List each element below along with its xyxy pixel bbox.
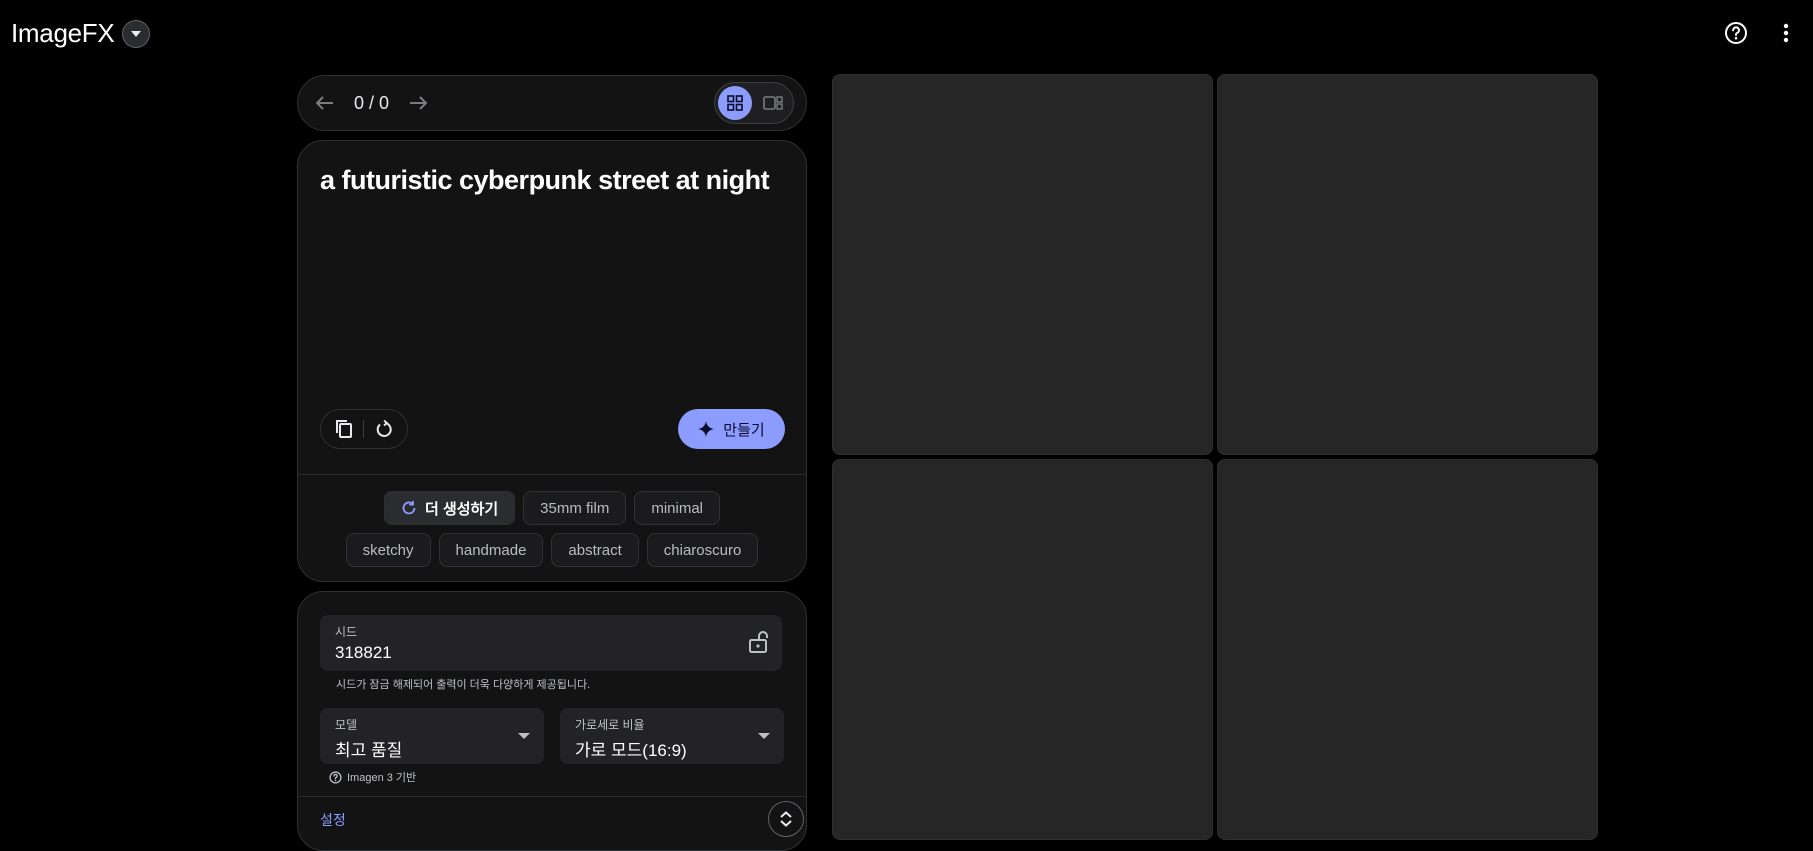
model-select[interactable]: 모델 최고 품질 [320, 708, 544, 764]
generate-more-label: 더 생성하기 [424, 500, 499, 518]
top-actions [1723, 20, 1799, 46]
divider [298, 474, 806, 475]
model-note: Imagen 3 기반 [329, 769, 416, 785]
model-note-text: Imagen 3 기반 [347, 772, 417, 784]
refresh-icon [402, 500, 416, 515]
model-value: 최고 품질 [335, 741, 403, 760]
app-title: ImageFX [11, 18, 115, 48]
suggestion-chip[interactable]: 35mm film [523, 491, 627, 525]
prompt-tools [320, 409, 408, 449]
prompt-input[interactable]: a futuristic cyberpunk street at night [320, 165, 786, 196]
image-placeholder [1217, 459, 1598, 840]
aspect-ratio-label: 가로세로 비율 [575, 718, 645, 732]
single-view-button[interactable] [756, 86, 790, 120]
create-button-label: 만들기 [723, 421, 765, 439]
divider [298, 796, 806, 797]
history-nav-bar: 0 / 0 [297, 75, 807, 131]
app-brand: ImageFX [11, 18, 151, 49]
aspect-ratio-select[interactable]: 가로세로 비율 가로 모드(16:9) [560, 708, 784, 764]
seed-note: 시드가 잠금 해제되어 출력이 더욱 다양하게 제공됩니다. [336, 679, 591, 691]
image-placeholder [832, 459, 1213, 840]
settings-card: 시드 318821 시드가 잠금 해제되어 출력이 더욱 다양하게 제공됩니다.… [297, 591, 807, 851]
grid-view-button[interactable] [718, 86, 752, 120]
seed-label: 시드 [335, 625, 358, 639]
suggestion-chip[interactable]: minimal [634, 491, 721, 525]
carousel-view-icon [763, 96, 783, 110]
image-placeholder [1217, 74, 1598, 455]
suggestion-chip[interactable]: chiaroscuro [646, 533, 759, 567]
grid-icon [727, 95, 743, 111]
expand-collapse-icon [780, 811, 792, 827]
seed-value[interactable]: 318821 [335, 643, 767, 663]
suggestion-chip[interactable]: sketchy [345, 533, 431, 567]
create-button[interactable]: 만들기 [678, 409, 785, 449]
suggestion-chips: 더 생성하기 35mm film minimal sketchy handmad… [298, 491, 806, 567]
prompt-card: a futuristic cyberpunk street at night 만… [297, 140, 807, 582]
dropdown-arrow-icon [518, 733, 530, 739]
dropdown-arrow-icon [758, 733, 770, 739]
seed-field[interactable]: 시드 318821 [320, 615, 782, 671]
generate-more-chip[interactable]: 더 생성하기 [383, 491, 516, 525]
copy-icon[interactable] [330, 415, 358, 443]
help-circle-icon[interactable] [329, 770, 342, 784]
unlock-icon[interactable] [746, 630, 770, 654]
next-arrow-icon[interactable] [403, 88, 433, 118]
tool-divider [363, 420, 365, 438]
app-switcher-button[interactable] [122, 19, 151, 48]
sparkle-icon [698, 421, 715, 437]
previous-arrow-icon[interactable] [310, 88, 340, 118]
reset-icon[interactable] [370, 415, 398, 443]
more-vert-icon[interactable] [1773, 20, 1799, 46]
suggestion-chip[interactable]: handmade [438, 533, 544, 567]
suggestion-chip[interactable]: abstract [551, 533, 639, 567]
caret-down-icon [131, 30, 142, 37]
aspect-ratio-value: 가로 모드(16:9) [575, 741, 687, 760]
history-counter: 0 / 0 [354, 92, 390, 113]
model-label: 모델 [335, 718, 358, 732]
settings-link[interactable]: 설정 [320, 810, 346, 830]
help-circle-icon[interactable] [1723, 20, 1749, 46]
collapse-button[interactable] [768, 801, 804, 837]
image-placeholder [832, 74, 1213, 455]
view-toggle [714, 82, 794, 124]
